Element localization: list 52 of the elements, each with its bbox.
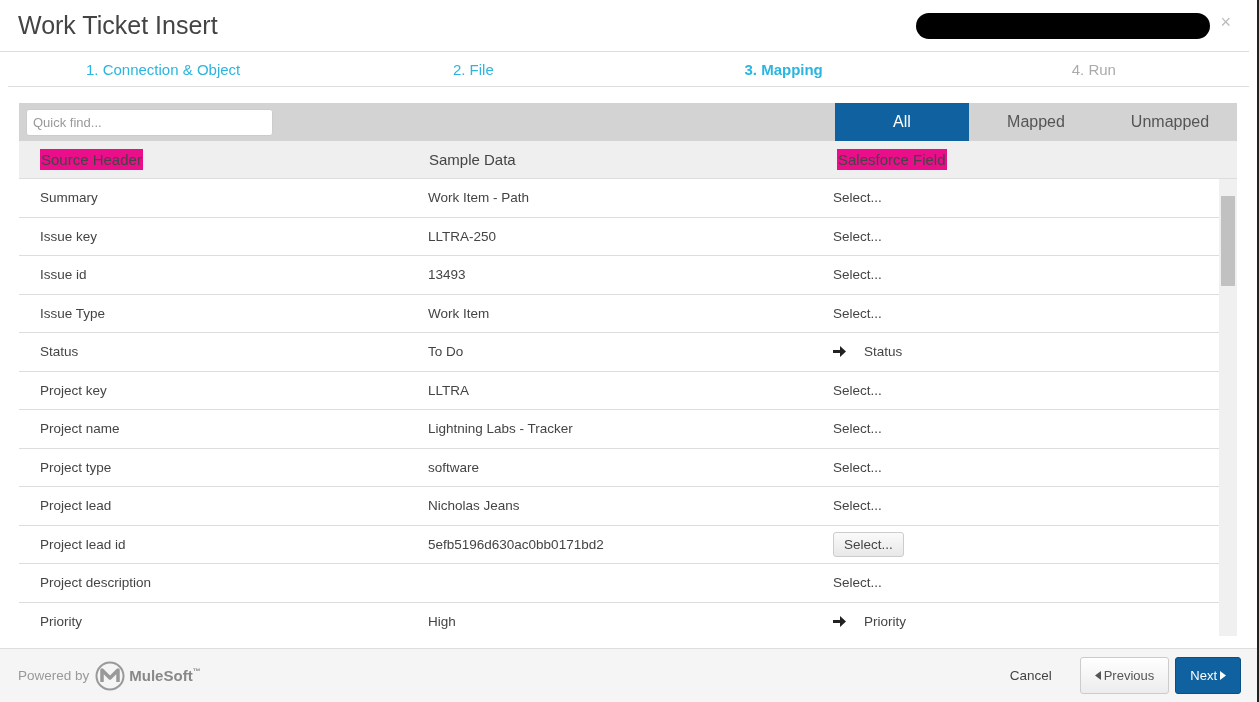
previous-button[interactable]: Previous xyxy=(1079,657,1170,694)
column-header: Salesforce Field xyxy=(837,149,947,170)
table-cell-text: Summary xyxy=(39,190,99,206)
field-name[interactable]: Status xyxy=(864,344,903,360)
window-title: Work Ticket Insert xyxy=(18,11,219,40)
table-cell-text: Project description xyxy=(39,575,153,591)
table-cell-text: Issue Type xyxy=(39,305,107,321)
select-link[interactable]: Select... xyxy=(833,459,882,475)
arrow-right-icon xyxy=(833,346,846,358)
table-cell-text: Priority xyxy=(39,613,83,629)
select-link[interactable]: Select... xyxy=(833,575,882,591)
arrow-right-icon xyxy=(833,615,846,627)
field-name[interactable]: Priority xyxy=(864,613,906,629)
table-cell-text: Status xyxy=(39,344,80,360)
table-cell-text: LLTRA-250 xyxy=(427,228,498,244)
select-link[interactable]: Select... xyxy=(833,382,882,398)
brand-name: MuleSoft™ xyxy=(129,667,201,684)
select-link[interactable]: Select... xyxy=(833,190,882,206)
select-link[interactable]: Select... xyxy=(833,305,882,321)
search-field[interactable]: Quick find... xyxy=(26,108,273,136)
caret-right-icon xyxy=(1220,671,1226,680)
next-button[interactable]: Next xyxy=(1175,657,1241,694)
column-header: Source Header xyxy=(40,149,143,170)
table-cell-text: To Do xyxy=(427,344,465,360)
table-cell-text: Project type xyxy=(39,459,113,475)
select-button[interactable]: Select... xyxy=(833,531,904,557)
column-header: Sample Data xyxy=(428,150,517,170)
table-cell-text: Lightning Labs - Tracker xyxy=(427,421,574,437)
table-cell-text: Work Item - Path xyxy=(427,190,531,206)
logo-icon xyxy=(95,660,126,691)
table-cell-text: Nicholas Jeans xyxy=(427,498,521,514)
table-cell-text: 5efb5196d630ac0bb0171bd2 xyxy=(427,536,605,552)
table-cell-text: Issue key xyxy=(39,228,99,244)
table-cell-text: 13493 xyxy=(427,267,467,283)
powered-by-text: Powered by xyxy=(18,668,90,683)
cancel-button[interactable]: Cancel xyxy=(1003,667,1058,684)
table-cell-text: Project lead xyxy=(39,498,113,514)
select-link[interactable]: Select... xyxy=(833,421,882,437)
select-link[interactable]: Select... xyxy=(833,498,882,514)
table-cell-text: Issue id xyxy=(39,267,88,283)
table-cell-text: Project name xyxy=(39,421,121,437)
select-link[interactable]: Select... xyxy=(833,267,882,283)
select-link[interactable]: Select... xyxy=(833,228,882,244)
caret-left-icon xyxy=(1094,671,1101,680)
filter-tab[interactable]: All xyxy=(835,103,969,141)
table-cell-text: High xyxy=(427,613,457,629)
table-cell-text: Work Item xyxy=(427,305,491,321)
table-cell-text: software xyxy=(427,459,481,475)
table-cell-text: Project lead id xyxy=(39,536,127,552)
table-cell-text: LLTRA xyxy=(427,382,470,398)
table-cell-text: Project key xyxy=(39,382,108,398)
scrollbar[interactable] xyxy=(1219,179,1237,636)
